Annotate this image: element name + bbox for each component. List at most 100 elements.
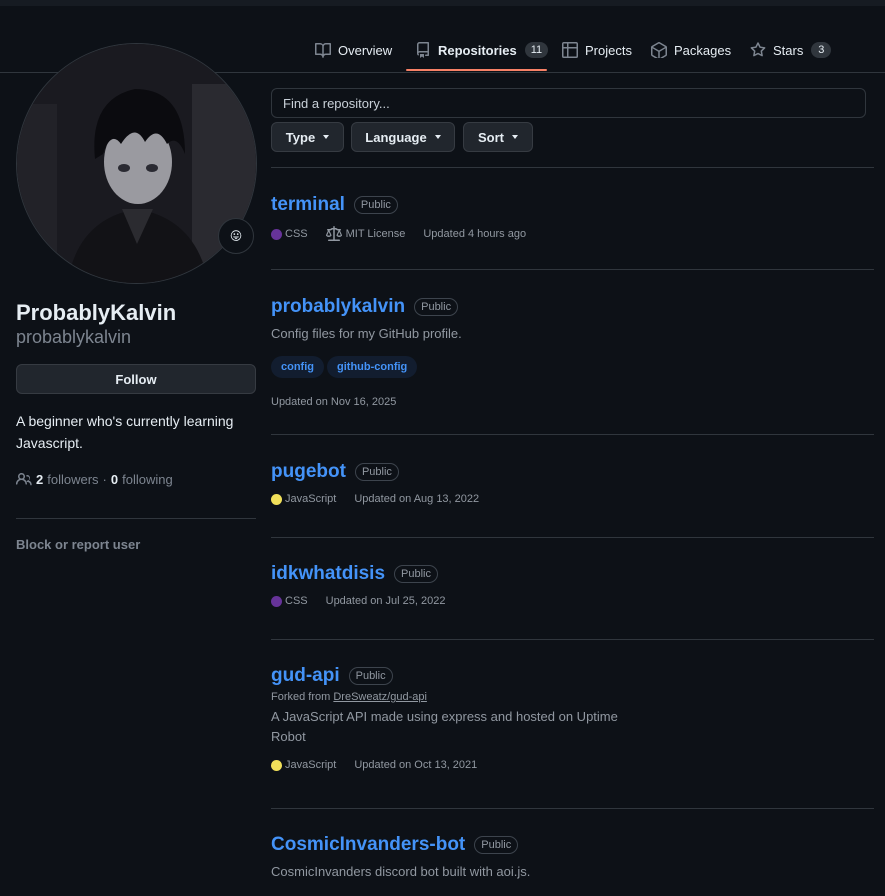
tab-stars[interactable]: Stars 3 (750, 38, 832, 62)
repo-language: JavaScript (271, 759, 336, 771)
repo-language: JavaScript (271, 493, 336, 505)
book-icon (315, 43, 331, 58)
caret-down-icon (512, 135, 518, 139)
repo-icon (417, 42, 429, 58)
package-icon (651, 42, 667, 58)
tab-stars-label: Stars (773, 42, 804, 58)
followers-count: 2 (36, 471, 44, 487)
active-tab-indicator (406, 69, 547, 71)
tab-projects-label: Projects (585, 42, 632, 58)
language-color-dot (271, 493, 282, 505)
repo-description: Config files for my GitHub profile. (271, 326, 462, 341)
repo-divider (271, 808, 874, 809)
sort-filter-label: Sort (478, 129, 504, 145)
caret-down-icon (323, 135, 330, 139)
repo-item: idkwhatdisis Public CSS Updated on Jul 2… (271, 563, 874, 607)
language-color-dot (271, 759, 282, 771)
repo-description: CosmicInvanders discord bot built with a… (271, 864, 531, 879)
repo-item: terminal Public CSS MIT License Updated … (271, 194, 874, 242)
people-icon (16, 473, 32, 486)
topic-tag[interactable]: config (271, 356, 324, 378)
repo-item: CosmicInvanders-bot Public CosmicInvande… (271, 834, 874, 882)
following-link[interactable]: 0 following (111, 472, 173, 487)
language-label: CSS (285, 595, 308, 607)
profile-name: ProbablyKalvin (16, 300, 177, 325)
visibility-badge: Public (474, 836, 519, 854)
license-label: MIT License (345, 228, 406, 240)
topic-tag[interactable]: github-config (327, 356, 418, 378)
repo-updated: Updated on Nov 16, 2025 (271, 396, 397, 408)
tab-projects[interactable]: Projects (562, 38, 632, 62)
repo-name-link[interactable]: idkwhatdisis (271, 563, 385, 585)
language-label: JavaScript (285, 759, 337, 771)
language-label: JavaScript (285, 493, 337, 505)
table-icon (562, 42, 578, 58)
visibility-badge: Public (394, 565, 438, 583)
repo-language: CSS (271, 228, 308, 240)
visibility-badge: Public (348, 667, 393, 685)
follow-stats: 2 followers · 0 following (16, 471, 173, 487)
status-emoji-button[interactable]: 😛 (218, 218, 254, 254)
repo-topics: config github-config (271, 356, 874, 378)
star-icon (750, 42, 766, 57)
visibility-badge: Public (353, 196, 398, 214)
visibility-badge: Public (354, 463, 399, 481)
repo-updated: Updated on Jul 25, 2022 (325, 595, 446, 607)
tab-repositories[interactable]: Repositories 11 (415, 38, 549, 62)
stats-separator: · (102, 471, 107, 487)
fork-prefix: Forked from (271, 691, 331, 703)
tab-overview[interactable]: Overview (315, 38, 392, 62)
repo-list-top-divider (271, 167, 874, 168)
follow-button[interactable]: Follow (16, 364, 256, 394)
language-filter-label: Language (365, 129, 427, 145)
repo-divider (271, 537, 874, 538)
caret-down-icon (434, 135, 441, 139)
repo-name-link[interactable]: CosmicInvanders-bot (271, 834, 465, 856)
repo-name-link[interactable]: probablykalvin (271, 296, 405, 318)
followers-link[interactable]: 2 followers (36, 472, 99, 487)
tab-packages[interactable]: Packages (651, 38, 731, 62)
stars-count: 3 (811, 42, 832, 58)
repo-license: MIT License (325, 226, 406, 242)
language-label: CSS (285, 228, 308, 240)
avatar[interactable] (16, 43, 257, 284)
sidebar-divider (16, 518, 256, 519)
tab-packages-label: Packages (674, 42, 732, 58)
repo-name-link[interactable]: pugebot (271, 461, 346, 483)
language-color-dot (271, 595, 282, 607)
language-filter-button[interactable]: Language (351, 122, 455, 152)
repo-updated: Updated 4 hours ago (423, 228, 527, 240)
repo-updated: Updated on Aug 13, 2022 (354, 493, 480, 505)
sort-filter-button[interactable]: Sort (463, 122, 533, 152)
fork-source-link[interactable]: DreSweatz/gud-api (333, 691, 427, 703)
repo-divider (271, 434, 874, 435)
repo-search-input[interactable] (271, 88, 866, 118)
repo-divider (271, 269, 874, 270)
following-count: 0 (110, 471, 119, 487)
visibility-badge: Public (414, 298, 459, 316)
type-filter-button[interactable]: Type (271, 122, 344, 152)
language-color-dot (271, 228, 282, 240)
repo-name-link[interactable]: gud-api (271, 665, 340, 687)
repo-name-link[interactable]: terminal (271, 194, 345, 216)
repo-item: probablykalvin Public Config files for m… (271, 296, 874, 408)
following-label: following (122, 471, 173, 487)
block-report-link[interactable]: Block or report user (16, 537, 140, 552)
repo-language: CSS (271, 595, 308, 607)
type-filter-label: Type (285, 129, 316, 145)
avatar-illustration (17, 44, 256, 283)
repo-divider (271, 639, 874, 640)
profile-login: probablykalvin (16, 327, 132, 347)
law-icon (325, 226, 342, 241)
top-strip (0, 0, 885, 6)
status-emoji: 😛 (229, 229, 243, 243)
fork-note: Forked from DreSweatz/gud-api (271, 691, 874, 703)
repo-updated: Updated on Oct 13, 2021 (354, 759, 478, 771)
tab-overview-label: Overview (338, 42, 393, 58)
profile-bio: A beginner who's currently learning Java… (16, 413, 234, 451)
repositories-count: 11 (524, 42, 549, 58)
followers-label: followers (47, 471, 99, 487)
repo-item: pugebot Public JavaScript Updated on Aug… (271, 461, 874, 505)
repo-item: gud-api Public Forked from DreSweatz/gud… (271, 665, 874, 771)
tab-repositories-label: Repositories (438, 42, 517, 58)
